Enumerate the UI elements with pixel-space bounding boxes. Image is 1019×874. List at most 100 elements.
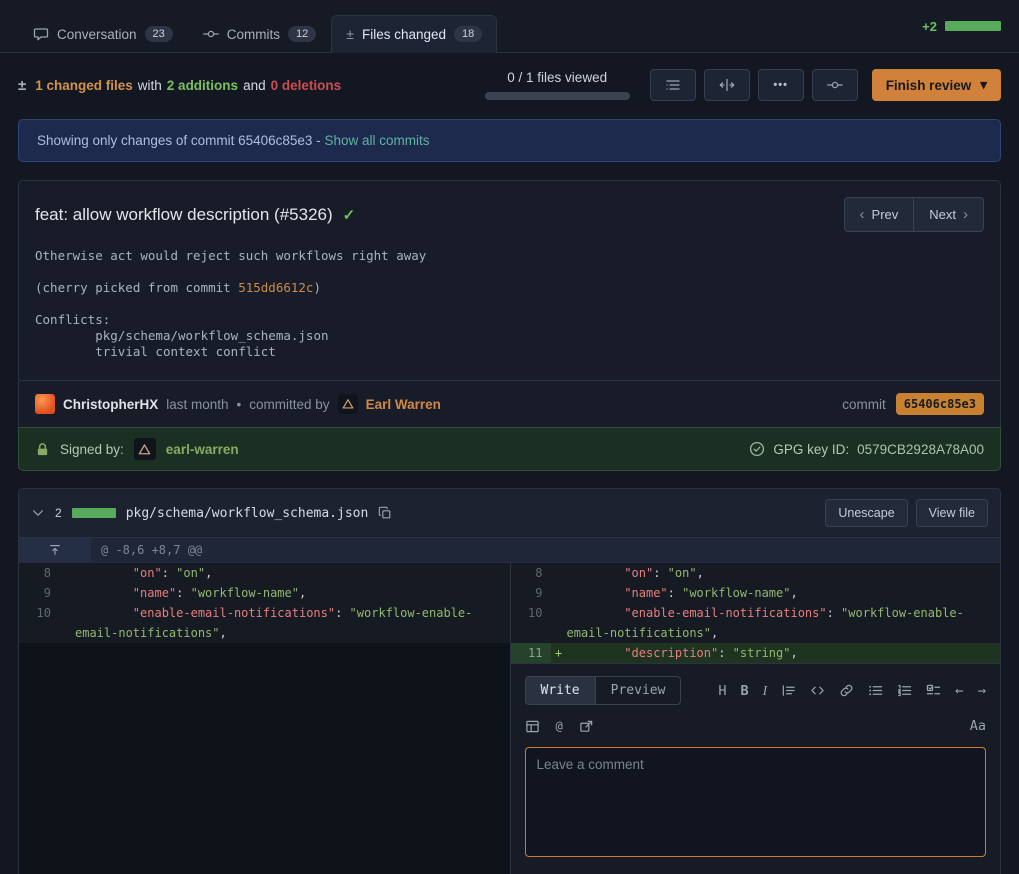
quote-icon[interactable] (781, 683, 796, 698)
show-all-commits-link[interactable]: Show all commits (324, 133, 429, 148)
chevron-left-icon: ‹ (860, 206, 865, 223)
redo-icon[interactable]: → (978, 683, 986, 699)
lock-icon (35, 442, 50, 457)
undo-icon[interactable]: ← (955, 683, 963, 699)
file-tree-toggle-button[interactable] (650, 69, 696, 101)
line-number[interactable]: 8 (19, 563, 59, 583)
gpg-key-info: GPG key ID: 0579CB2928A78A00 (749, 441, 984, 457)
diff-empty-line (19, 643, 510, 663)
diff-line: 11+ "description": "string", (511, 643, 1001, 663)
tab-conversation[interactable]: Conversation 23 (18, 15, 188, 53)
line-number[interactable]: 9 (19, 583, 59, 603)
signer-name-link[interactable]: earl-warren (166, 442, 239, 457)
split-view-toggle-button[interactable] (704, 69, 750, 101)
commit-time: last month (166, 397, 228, 412)
finish-review-label: Finish review (886, 78, 972, 93)
hunk-text: @ -8,6 +8,7 @@ (91, 538, 202, 562)
committer-avatar[interactable] (338, 394, 358, 414)
signature-row: Signed by: earl-warren GPG key ID: 0579C… (18, 427, 1001, 471)
copy-path-icon[interactable] (378, 506, 392, 520)
line-number[interactable]: 10 (19, 603, 59, 643)
author-name-link[interactable]: ChristopherHX (63, 397, 158, 412)
mention-icon[interactable]: @ (556, 719, 563, 733)
italic-icon[interactable]: I (763, 683, 768, 699)
code-icon[interactable] (810, 683, 825, 698)
diff-icon: ± (346, 26, 354, 42)
unescape-button[interactable]: Unescape (825, 499, 907, 527)
split-diff: 8 "on": "on",9 "name": "workflow-name",1… (19, 563, 1000, 874)
summary-text: and (243, 78, 266, 93)
hunk-header: @ -8,6 +8,7 @@ (19, 538, 1000, 563)
author-avatar[interactable] (35, 394, 55, 414)
tab-files-changed[interactable]: ± Files changed 18 (331, 15, 497, 53)
bold-icon[interactable]: B (740, 683, 748, 699)
heading-icon[interactable]: H (718, 683, 726, 699)
signer-avatar[interactable] (134, 438, 156, 460)
next-commit-button[interactable]: Next › (913, 197, 984, 232)
write-tab[interactable]: Write (526, 677, 595, 704)
line-number[interactable]: 11 (511, 643, 551, 663)
chevron-right-icon: › (963, 206, 968, 223)
dot-separator: • (237, 397, 242, 412)
caret-down-icon: ▾ (980, 77, 987, 93)
cherry-picked-commit-link[interactable]: 515dd6612c (238, 280, 313, 295)
commit-filter-banner: Showing only changes of commit 65406c85e… (18, 119, 1001, 162)
commit-status-check-icon[interactable]: ✓ (343, 206, 356, 224)
prev-commit-button[interactable]: ‹ Prev (844, 197, 915, 232)
tab-commits[interactable]: Commits 12 (188, 15, 332, 53)
code-text: "name": "workflow-name", (75, 583, 510, 603)
comment-textarea[interactable] (525, 747, 987, 857)
link-icon[interactable] (839, 683, 854, 698)
conversation-icon (33, 26, 49, 42)
files-viewed-bar (485, 92, 630, 100)
committer-name-link[interactable]: Earl Warren (366, 397, 441, 412)
file-diff-box: 2 pkg/schema/workflow_schema.json Unesca… (18, 488, 1001, 874)
expand-up-icon[interactable] (19, 538, 91, 562)
tab-label: Commits (227, 27, 280, 42)
line-number[interactable]: 9 (511, 583, 551, 603)
shield-check-icon (749, 441, 765, 457)
diff-line: 9 "name": "workflow-name", (511, 583, 1001, 603)
diff-line: 10 "enable-email-notifications": "workfl… (19, 603, 510, 643)
additions-count: 2 additions (167, 78, 238, 93)
signed-by-label: Signed by: (60, 442, 124, 457)
more-options-button[interactable]: ••• (758, 69, 804, 101)
bullet-list-icon[interactable] (868, 683, 883, 698)
view-file-button[interactable]: View file (916, 499, 988, 527)
finish-review-button[interactable]: Finish review ▾ (872, 69, 1001, 101)
diff-stat-additions: +2 (922, 19, 937, 34)
commit-icon (203, 26, 219, 42)
diff-marker (551, 563, 567, 583)
preview-tab[interactable]: Preview (595, 677, 681, 704)
files-viewed-progress: 0 / 1 files viewed (485, 70, 630, 100)
deletions-count: 0 deletions (271, 78, 342, 93)
task-list-icon[interactable] (926, 683, 941, 698)
code-text: "description": "string", (567, 643, 1001, 663)
diff-left-rows: 8 "on": "on",9 "name": "workflow-name",1… (19, 563, 510, 663)
diff-line: 10 "enable-email-notifications": "workfl… (511, 603, 1001, 643)
line-number[interactable]: 10 (511, 603, 551, 643)
line-number[interactable]: 8 (511, 563, 551, 583)
diff-left-side: 8 "on": "on",9 "name": "workflow-name",1… (19, 563, 510, 874)
diff-marker: + (551, 643, 567, 663)
numbered-list-icon[interactable] (897, 683, 912, 698)
pr-diff-stat: +2 (922, 19, 1001, 34)
file-name: pkg/schema/workflow_schema.json (126, 506, 369, 521)
changed-files-count: 1 changed files (35, 78, 133, 93)
commit-select-button[interactable] (812, 69, 858, 101)
changed-files-summary: ± 1 changed files with 2 additions and 0… (18, 77, 341, 94)
diff-marker (59, 603, 75, 643)
commit-sha-badge[interactable]: 65406c85e3 (896, 393, 984, 415)
diff-line: 9 "name": "workflow-name", (19, 583, 510, 603)
diff-stat-bar (945, 21, 1001, 31)
code-text: "on": "on", (75, 563, 510, 583)
table-icon[interactable] (525, 719, 540, 734)
reference-icon[interactable] (579, 719, 594, 734)
next-label: Next (929, 207, 956, 222)
file-additions-count: 2 (55, 506, 62, 520)
chevron-down-icon[interactable] (31, 506, 45, 520)
commit-title-text: feat: allow workflow description (#5326) (35, 205, 333, 225)
code-text: "name": "workflow-name", (567, 583, 1001, 603)
diff-marker (551, 603, 567, 643)
font-size-toggle[interactable]: Aa (970, 718, 986, 734)
